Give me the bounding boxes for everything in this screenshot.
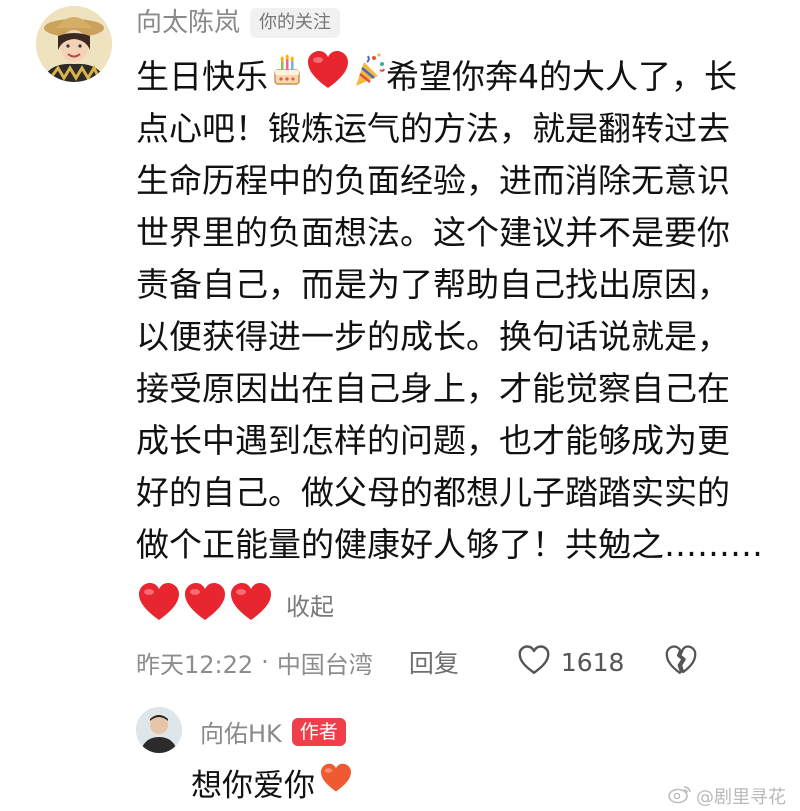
comment-header: 向太陈岚 你的关注 <box>136 6 341 40</box>
heart-outline-icon <box>517 645 551 679</box>
avatar-image <box>36 6 112 82</box>
commenter-name[interactable]: 向太陈岚 <box>136 6 240 40</box>
cake-icon <box>272 51 302 103</box>
like-count: 1618 <box>560 647 625 677</box>
comment-line: 责备自己，而是为了帮助自己找出原因， <box>136 265 730 304</box>
party-popper-icon <box>352 51 386 103</box>
red-heart-icon <box>136 582 182 626</box>
comment-line: 世界里的负面想法。这个建议并不是要你 <box>136 213 730 252</box>
comment-line-text: 希望你奔4的大人了，长 <box>386 57 737 96</box>
red-heart-icon <box>306 50 350 105</box>
reply-button[interactable]: 回复 <box>409 644 459 680</box>
comment-line-text: 生日快乐 <box>136 57 268 96</box>
weibo-icon <box>668 784 692 809</box>
watermark: @剧里寻花 <box>668 783 786 809</box>
reply-text-content: 想你爱你 <box>191 767 315 804</box>
comment-line: 以便获得进一步的成长。换句话说就是， <box>136 317 730 356</box>
comment-line: 点心吧！锻炼运气的方法，就是翻转过去 <box>136 109 730 148</box>
avatar-image <box>136 707 182 753</box>
collapse-row: 收起 <box>136 582 334 626</box>
reply-author-avatar[interactable] <box>136 707 182 753</box>
comment-line: 成长中遇到怎样的问题，也才能够成为更 <box>136 421 730 460</box>
comment-time: 昨天12:22 <box>136 650 254 679</box>
reply-author-name[interactable]: 向佑HK <box>200 714 282 749</box>
author-badge: 作者 <box>291 717 346 746</box>
meta-separator: · <box>261 648 269 676</box>
comment-line: 好的自己。做父母的都想儿子踏踏实实的 <box>136 473 730 512</box>
comment-line: 接受原因出在自己身上，才能觉察自己在 <box>136 369 730 408</box>
comment-meta: 昨天12:22 · 中国台湾 回复 1618 <box>136 642 776 682</box>
broken-heart-icon[interactable] <box>664 645 698 679</box>
comment-text: 生日快乐 希望你奔4的大人了，长 点心吧！锻炼运气的方法，就是翻转过去 生命历程… <box>136 50 776 571</box>
follow-badge: 你的关注 <box>250 8 341 38</box>
watermark-text: @剧里寻花 <box>696 787 786 808</box>
orange-heart-icon <box>319 763 353 801</box>
collapse-button[interactable]: 收起 <box>286 587 334 622</box>
comment-line: 做个正能量的健康好人够了！共勉之……… <box>136 525 763 564</box>
reply-header: 向佑HK 作者 <box>200 714 346 749</box>
red-heart-icon <box>228 582 274 626</box>
commenter-avatar[interactable] <box>36 6 112 82</box>
reply-text: 想你爱你 <box>191 760 353 804</box>
comment-line: 生日快乐 希望你奔4的大人了，长 <box>136 50 776 105</box>
like-button[interactable]: 1618 <box>517 645 625 679</box>
comment-region: 中国台湾 <box>276 650 373 679</box>
comment-line: 生命历程中的负面经验，进而消除无意识 <box>136 161 730 200</box>
red-heart-icon <box>182 582 228 626</box>
